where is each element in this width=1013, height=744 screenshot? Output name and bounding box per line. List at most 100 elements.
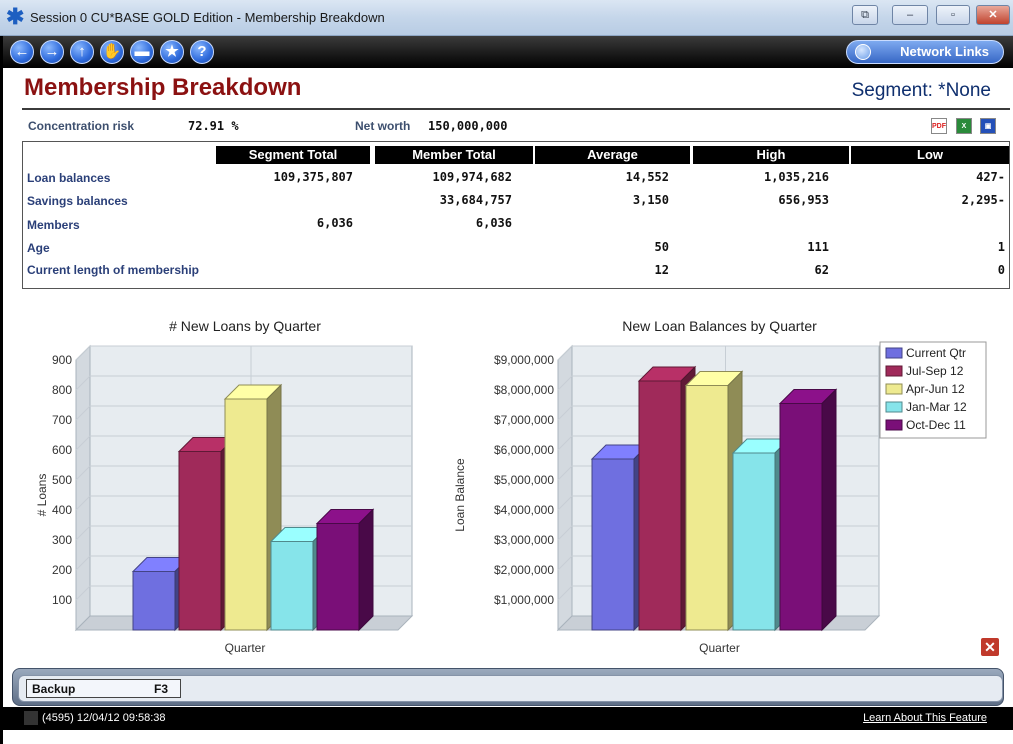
table-cell: 656,953 [778,193,829,207]
excel-export-icon[interactable]: X [956,118,972,134]
table-cell: 2,295- [961,193,1005,207]
col-header-average: Average [535,146,690,164]
bar-jul-sep-12 [178,451,222,631]
pdf-export-icon[interactable]: PDF [931,118,947,134]
legend-swatch [885,365,903,377]
legend-label: Jul-Sep 12 [906,364,964,378]
up-icon[interactable]: ↑ [70,40,94,64]
window-titlebar: ✱ Session 0 CU*BASE GOLD Edition - Membe… [0,0,1013,36]
network-links-label: Network Links [900,44,989,59]
restore-icon[interactable]: ⧉ [852,5,878,25]
table-cell: 33,684,757 [439,193,512,207]
close-icon[interactable]: ✕ [981,638,999,656]
y-tick-label: $3,000,000 [494,533,554,547]
table-cell: 6,036 [475,216,512,230]
chart-title: # New Loans by Quarter [169,318,321,334]
y-tick-label: $4,000,000 [494,503,554,517]
col-header-high: High [693,146,849,164]
save-icon[interactable]: ▣ [980,118,996,134]
net-worth-label: Net worth [355,119,411,133]
col-header-member-total: Member Total [375,146,533,164]
legend-swatch [885,419,903,431]
header-divider [22,108,1010,110]
bar-current-qtr [591,458,635,631]
y-tick-label: 200 [52,563,72,577]
bar-side [358,508,374,632]
close-window-button[interactable]: ✕ [976,5,1010,25]
x-axis-label: Quarter [699,641,740,655]
x-axis-label: Quarter [225,641,266,655]
table-cell: 12 [654,263,669,277]
legend-swatch [885,383,903,395]
row-label-age: Age [27,241,50,255]
row-label-current-length-of-membership: Current length of membership [27,263,200,277]
y-tick-label: 700 [52,413,72,427]
table-cell: 50 [654,240,669,254]
hand-icon[interactable]: ✋ [100,40,124,64]
chart-title: New Loan Balances by Quarter [622,318,817,334]
minimize-button[interactable]: – [892,5,928,25]
window-title: Session 0 CU*BASE GOLD Edition - Members… [30,10,385,25]
new-loans-chart: # New Loans by Quarter 100 200 300 400 500 600… [35,318,414,655]
net-worth-value: 150,000,000 [428,119,508,133]
y-tick-label: 300 [52,533,72,547]
bar-jan-mar-12 [732,452,776,631]
backup-key: F3 [153,682,168,696]
row-label-members: Members [27,218,80,232]
nav-toolbar: ← → ↑ ✋ ▬ ★ ? Network Links [0,36,1013,68]
y-tick-label: $1,000,000 [494,593,554,607]
backup-button[interactable]: Backup F3 [26,679,181,698]
bar-apr-jun-12 [224,398,268,631]
breakdown-table: Segment Total Member Total Average High … [22,141,1010,289]
legend-swatch [885,347,903,359]
table-cell: 109,375,807 [273,170,353,184]
y-tick-label: $8,000,000 [494,383,554,397]
bar-apr-jun-12 [685,385,729,631]
table-cell: 3,150 [632,193,669,207]
y-tick-label: $7,000,000 [494,413,554,427]
y-tick-label: 100 [52,593,72,607]
col-header-segment-total: Segment Total [216,146,370,164]
table-cell: 109,974,682 [432,170,512,184]
help-icon[interactable]: ? [190,40,214,64]
y-axis-label: Loan Balance [453,458,467,532]
table-cell: 62 [814,263,829,277]
legend-swatch [885,401,903,413]
table-cell: 427- [976,170,1005,184]
y-tick-label: 500 [52,473,72,487]
bar-jan-mar-12 [270,541,314,631]
globe-icon [855,44,871,60]
table-cell: 14,552 [625,170,669,184]
y-tick-label: $2,000,000 [494,563,554,577]
bar-oct-dec-11 [779,403,823,631]
print-icon[interactable]: ▬ [130,40,154,64]
bar-oct-dec-11 [316,523,360,631]
legend-label: Oct-Dec 11 [906,418,966,432]
star-icon[interactable]: ★ [160,40,184,64]
bar-current-qtr [132,571,176,631]
forward-icon[interactable]: → [40,40,64,64]
session-status: (4595) 12/04/12 09:58:38 [42,712,166,724]
y-tick-label: $9,000,000 [494,353,554,367]
learn-about-feature-link[interactable]: Learn About This Feature [863,712,987,724]
bar-side [821,388,837,632]
app-logo-icon: ✱ [6,4,25,29]
maximize-button[interactable]: ▫ [936,5,970,25]
y-tick-label: 400 [52,503,72,517]
y-tick-label: $5,000,000 [494,473,554,487]
backup-label: Backup [32,682,76,696]
bar-jul-sep-12 [638,380,682,631]
network-links-button[interactable]: Network Links [846,40,1004,64]
table-cell: 1 [997,240,1005,254]
back-icon[interactable]: ← [10,40,34,64]
table-cell: 1,035,216 [763,170,829,184]
page-title: Membership Breakdown [24,74,302,101]
status-indicator-icon [24,711,38,725]
legend-label: Jan-Mar 12 [906,400,967,414]
new-loan-balances-chart: New Loan Balances by Quarter $1,000,000 $2… [453,318,987,655]
y-axis-label: # Loans [35,474,49,517]
row-label-savings-balances: Savings balances [27,194,128,208]
col-header-low: Low [851,146,1009,164]
concentration-risk-value: 72.91 % [188,119,239,133]
y-tick-label: 800 [52,383,72,397]
